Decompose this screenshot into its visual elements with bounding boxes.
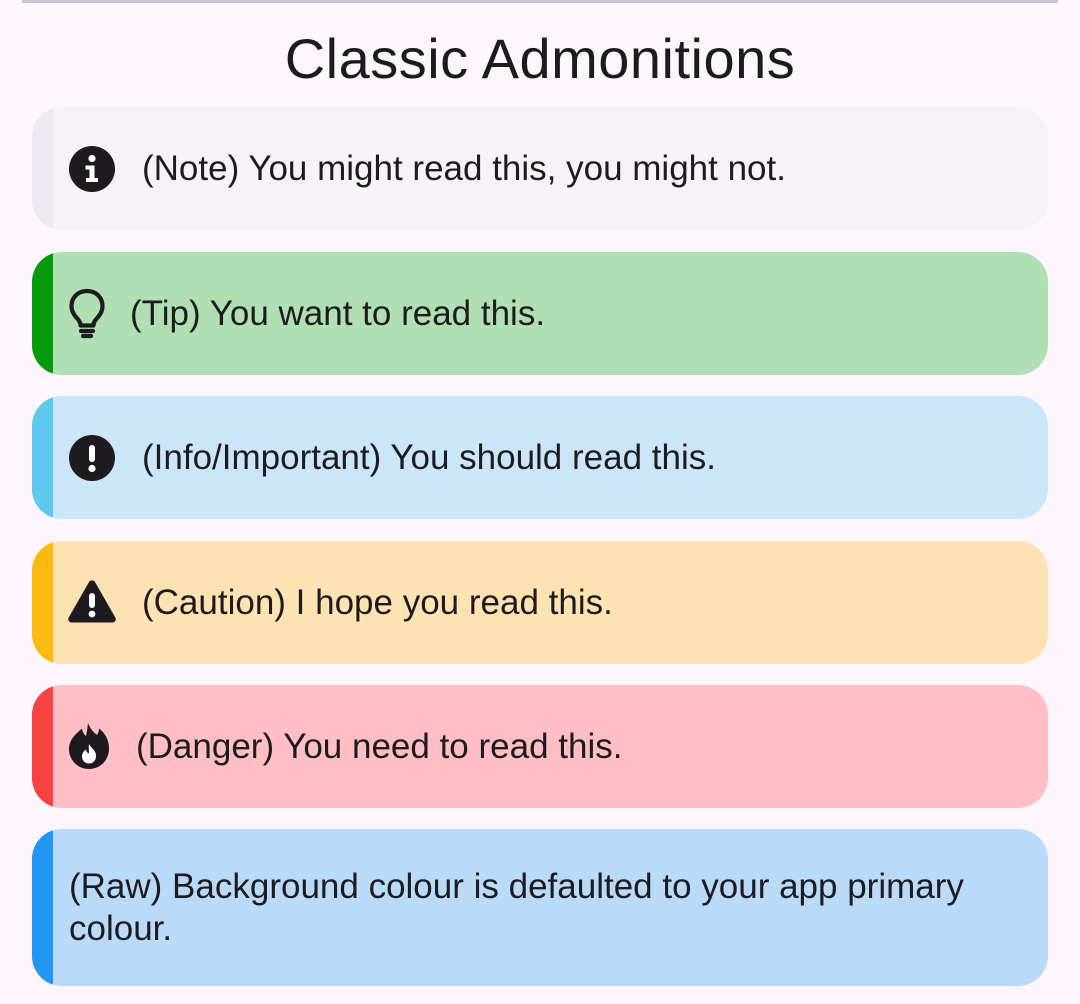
admonition-note: (Note) You might read this, you might no… <box>32 107 1048 230</box>
caution-accent-bar <box>32 541 53 664</box>
info-circle-icon <box>67 144 117 194</box>
caution-text: (Caution) I hope you read this. <box>142 583 613 622</box>
raw-text: (Raw) Background colour is defaulted to … <box>69 867 964 948</box>
page-title: Classic Admonitions <box>284 27 796 90</box>
note-accent-bar <box>32 107 53 230</box>
tip-text: (Tip) You want to read this. <box>130 294 546 333</box>
top-divider <box>22 0 1058 3</box>
admonition-info: (Info/Important) You should read this. <box>32 396 1048 519</box>
raw-accent-bar <box>32 829 53 986</box>
warning-triangle-icon <box>67 576 117 626</box>
danger-accent-bar <box>32 685 53 808</box>
info-text: (Info/Important) You should read this. <box>142 438 716 477</box>
info-accent-bar <box>32 396 53 519</box>
note-text: (Note) You might read this, you might no… <box>142 149 786 188</box>
admonition-raw: (Raw) Background colour is defaulted to … <box>32 829 1048 986</box>
tip-accent-bar <box>32 252 53 375</box>
danger-text: (Danger) You need to read this. <box>136 727 623 766</box>
exclamation-circle-icon <box>67 433 117 483</box>
fire-icon <box>64 721 114 771</box>
admonition-caution: (Caution) I hope you read this. <box>32 541 1048 664</box>
admonition-tip: (Tip) You want to read this. <box>32 252 1048 375</box>
lightbulb-icon <box>62 288 112 339</box>
admonition-danger: (Danger) You need to read this. <box>32 685 1048 808</box>
